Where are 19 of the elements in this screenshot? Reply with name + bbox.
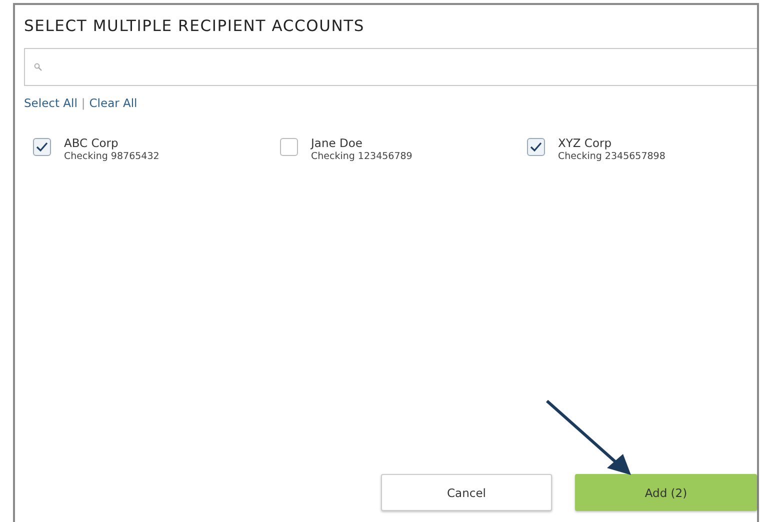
account-name: ABC Corp — [64, 136, 120, 150]
account-detail: Checking 123456789 — [311, 151, 412, 162]
account-name: Jane Doe — [311, 136, 364, 150]
checkbox[interactable] — [280, 138, 298, 156]
checkbox[interactable] — [33, 138, 51, 156]
account-detail: Checking 2345657898 — [558, 151, 666, 162]
cancel-button[interactable]: Cancel — [381, 474, 552, 511]
check-icon — [530, 142, 542, 152]
separator: | — [81, 96, 86, 110]
search-field[interactable] — [24, 48, 757, 86]
add-button[interactable]: Add (2) — [575, 474, 757, 511]
search-icon — [34, 63, 42, 71]
link[interactable]: Clear All — [89, 96, 138, 110]
link[interactable]: Select All — [24, 96, 78, 110]
check-icon — [36, 142, 48, 152]
account-name: XYZ Corp — [558, 136, 613, 150]
dialog-title: SELECT MULTIPLE RECIPIENT ACCOUNTS — [24, 17, 366, 35]
checkbox[interactable] — [527, 138, 545, 156]
account-detail: Checking 98765432 — [64, 151, 160, 162]
